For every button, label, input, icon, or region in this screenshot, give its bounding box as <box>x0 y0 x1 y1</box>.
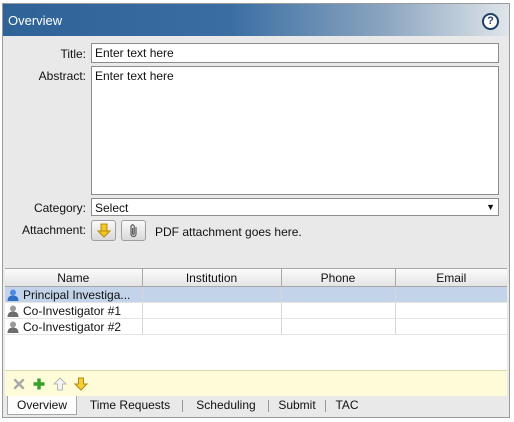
abstract-field[interactable]: Enter text here <box>91 66 499 195</box>
person-gray-icon <box>7 305 19 317</box>
table-row[interactable]: Co-Investigator #2 <box>5 318 507 335</box>
institution-cell[interactable] <box>142 286 282 303</box>
attachment-label: Attachment: <box>21 223 86 237</box>
investigator-name: Co-Investigator #1 <box>23 303 122 318</box>
tab-submit[interactable]: Submit <box>271 396 323 415</box>
download-arrow-icon <box>97 223 111 238</box>
investigator-name-cell[interactable]: Principal Investiga... <box>5 286 143 303</box>
email-cell[interactable] <box>395 286 507 303</box>
category-select[interactable]: Select ▼ <box>91 198 499 216</box>
tab-overview[interactable]: Overview <box>7 396 77 415</box>
title-field[interactable] <box>91 43 499 63</box>
add-icon[interactable] <box>32 377 46 391</box>
institution-cell[interactable] <box>142 318 282 335</box>
attachment-placeholder: PDF attachment goes here. <box>155 225 302 239</box>
column-header-email[interactable]: Email <box>395 269 507 287</box>
column-header-institution[interactable]: Institution <box>142 269 282 287</box>
paperclip-icon <box>130 224 137 238</box>
tab-scheduling[interactable]: Scheduling <box>186 396 266 415</box>
chevron-down-icon: ▼ <box>486 202 495 212</box>
title-label: Title: <box>60 47 86 61</box>
phone-cell[interactable] <box>281 302 396 319</box>
overview-panel: Overview ? Title: Abstract: Enter text h… <box>2 3 510 418</box>
tab-time-requests[interactable]: Time Requests <box>81 396 179 415</box>
remove-icon[interactable] <box>12 377 26 391</box>
investigator-name: Principal Investiga... <box>23 287 131 302</box>
email-cell[interactable] <box>395 302 507 319</box>
institution-cell[interactable] <box>142 302 282 319</box>
column-header-name[interactable]: Name <box>5 269 143 287</box>
attach-file-button[interactable] <box>91 220 116 241</box>
move-down-icon[interactable] <box>74 377 88 391</box>
email-cell[interactable] <box>395 318 507 335</box>
tab-tac[interactable]: TAC <box>327 396 367 415</box>
investigators-table: Name Institution Phone Email Principal I… <box>5 268 507 371</box>
tab-separator <box>268 400 269 412</box>
phone-cell[interactable] <box>281 318 396 335</box>
open-attachment-button[interactable] <box>121 220 146 241</box>
investigator-name: Co-Investigator #2 <box>23 319 122 334</box>
category-value: Select <box>95 201 129 215</box>
table-toolbar <box>5 370 507 397</box>
tab-separator <box>325 400 326 412</box>
table-row[interactable]: Principal Investiga... <box>5 286 507 303</box>
category-label: Category: <box>33 201 86 215</box>
person-blue-icon <box>7 289 19 301</box>
abstract-label: Abstract: <box>38 69 86 83</box>
panel-title: Overview <box>8 13 63 28</box>
move-up-icon[interactable] <box>53 377 67 391</box>
investigator-name-cell[interactable]: Co-Investigator #1 <box>5 302 143 319</box>
tab-separator <box>182 400 183 412</box>
help-icon[interactable]: ? <box>482 13 499 30</box>
phone-cell[interactable] <box>281 286 396 303</box>
person-gray-icon <box>7 321 19 333</box>
investigator-name-cell[interactable]: Co-Investigator #2 <box>5 318 143 335</box>
tab-bar: Overview Time Requests Scheduling Submit… <box>5 396 507 416</box>
table-row[interactable]: Co-Investigator #1 <box>5 302 507 319</box>
panel-titlebar: Overview ? <box>3 4 509 36</box>
column-header-phone[interactable]: Phone <box>281 269 396 287</box>
